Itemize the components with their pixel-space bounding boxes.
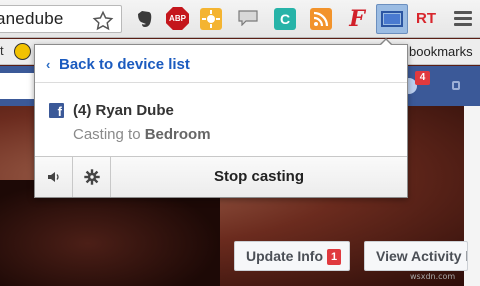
browser-toolbar: anedube ABP C F RT: [0, 0, 480, 38]
c-extension-icon[interactable]: C: [274, 8, 296, 30]
back-chevron-icon: ‹: [46, 57, 51, 72]
chrome-menu-icon[interactable]: [454, 11, 472, 27]
adblock-plus-icon[interactable]: ABP: [166, 7, 189, 30]
update-info-label: Update Info: [246, 248, 323, 264]
speaker-icon: [48, 172, 59, 182]
rss-icon[interactable]: [310, 8, 332, 30]
bookmark-item-partial[interactable]: t: [0, 43, 4, 58]
cast-device-name: Bedroom: [144, 126, 211, 143]
rt-extension-icon[interactable]: RT: [416, 9, 440, 31]
address-bar[interactable]: anedube: [0, 5, 122, 33]
settings-button[interactable]: [73, 157, 111, 197]
privacy-lock-icon[interactable]: [452, 81, 460, 90]
other-bookmarks[interactable]: bookmarks: [409, 44, 473, 59]
casting-prefix: Casting to: [73, 126, 141, 143]
address-text[interactable]: anedube: [0, 9, 64, 29]
update-info-button[interactable]: Update Info 1: [234, 241, 350, 271]
back-to-device-list-button[interactable]: ‹ Back to device list: [35, 45, 407, 83]
bookmark-star-icon[interactable]: [92, 10, 114, 32]
back-to-device-list-label: Back to device list: [59, 56, 190, 73]
cast-controls: Stop casting: [35, 156, 407, 197]
bookmark-favicon-icon[interactable]: [14, 43, 31, 60]
notification-badge: 4: [415, 71, 430, 85]
facebook-favicon-icon: f: [49, 103, 64, 118]
cast-icon[interactable]: [376, 4, 408, 34]
popup-arrow-fill: [380, 40, 392, 46]
volume-button[interactable]: [35, 157, 73, 197]
evernote-icon[interactable]: [133, 8, 155, 30]
casting-tab-title: (4) Ryan Dube: [73, 102, 174, 119]
gear-icon: [84, 169, 100, 185]
stop-casting-button[interactable]: Stop casting: [111, 157, 407, 197]
watermark: wsxdn.com: [410, 272, 456, 281]
chat-icon[interactable]: [238, 10, 258, 26]
f-extension-icon[interactable]: F: [346, 8, 368, 30]
view-activity-button[interactable]: View Activity l: [364, 241, 468, 271]
update-info-badge: 1: [327, 249, 341, 265]
view-activity-label: View Activity l: [376, 248, 468, 264]
casting-status: Casting to Bedroom: [73, 126, 211, 143]
sun-icon[interactable]: [200, 8, 222, 30]
cast-popup: ‹ Back to device list f (4) Ryan Dube Ca…: [34, 44, 408, 198]
